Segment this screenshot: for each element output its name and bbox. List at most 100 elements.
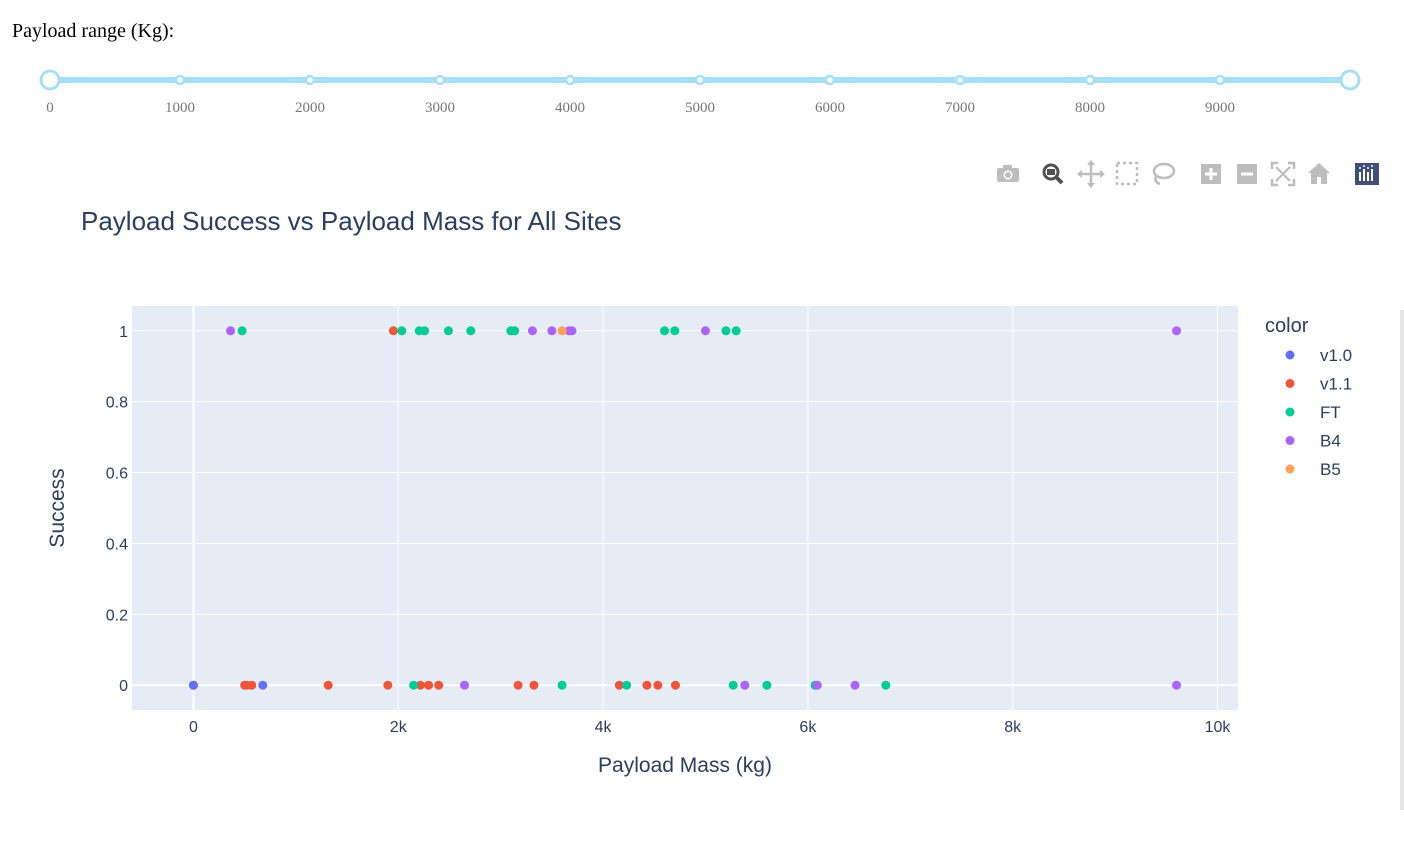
legend-item-label[interactable]: v1.0 — [1320, 346, 1352, 365]
scatter-point[interactable] — [237, 326, 247, 336]
y-tick-label: 0.8 — [106, 395, 128, 412]
scatter-point[interactable] — [700, 326, 710, 336]
scatter-point[interactable] — [188, 680, 198, 690]
zoom-out-icon[interactable] — [1232, 158, 1262, 190]
scatter-point[interactable] — [622, 680, 632, 690]
slider-mark-label: 9000 — [1205, 100, 1235, 116]
scatter-point[interactable] — [529, 680, 539, 690]
scatter-point[interactable] — [547, 326, 557, 336]
scatter-point[interactable] — [226, 326, 236, 336]
scatter-point[interactable] — [653, 680, 663, 690]
scatter-point[interactable] — [557, 680, 567, 690]
slider-mark-dot — [174, 74, 186, 86]
scatter-point[interactable] — [409, 680, 419, 690]
camera-icon[interactable] — [992, 158, 1022, 190]
scatter-point[interactable] — [247, 680, 257, 690]
legend-item-label[interactable]: B5 — [1320, 460, 1341, 479]
scatter-point[interactable] — [881, 680, 891, 690]
reset-axes-icon[interactable] — [1304, 158, 1334, 190]
scatter-point[interactable] — [1172, 680, 1182, 690]
legend-title: color — [1265, 315, 1309, 337]
x-axis-label: Payload Mass (kg) — [598, 754, 772, 777]
scatter-point[interactable] — [424, 680, 434, 690]
scatter-point[interactable] — [258, 680, 268, 690]
legend-marker[interactable] — [1285, 379, 1295, 388]
scatter-point[interactable] — [383, 680, 393, 690]
scatter-point[interactable] — [557, 326, 567, 336]
x-tick-label: 2k — [390, 719, 408, 736]
plot-area — [132, 306, 1238, 710]
scatter-chart[interactable]: Payload Success vs Payload Mass for All … — [0, 190, 1400, 830]
lasso-icon[interactable] — [1148, 158, 1178, 190]
slider-mark-label: 7000 — [945, 100, 975, 116]
scatter-point[interactable] — [420, 326, 430, 336]
pan-icon[interactable] — [1076, 158, 1106, 190]
x-tick-label: 4k — [595, 719, 613, 736]
slider-mark-label: 1000 — [165, 100, 195, 116]
legend-marker[interactable] — [1285, 407, 1295, 417]
scatter-point[interactable] — [762, 680, 772, 690]
slider-mark-dot — [694, 74, 706, 86]
scatter-point[interactable] — [510, 326, 520, 336]
scatter-chart-container: Payload Success vs Payload Mass for All … — [0, 190, 1400, 830]
chart-title: Payload Success vs Payload Mass for All … — [81, 206, 621, 236]
legend-marker[interactable] — [1285, 464, 1295, 474]
payload-range-label: Payload range (Kg): — [12, 20, 175, 42]
legend-marker[interactable] — [1285, 436, 1295, 445]
scatter-point[interactable] — [323, 680, 333, 690]
box-select-icon[interactable] — [1112, 158, 1142, 190]
scatter-point[interactable] — [721, 326, 731, 336]
plotly-logo[interactable] — [1352, 158, 1382, 190]
slider-mark-dot — [434, 74, 446, 86]
y-tick-label: 0.4 — [106, 536, 128, 553]
scatter-point[interactable] — [567, 326, 577, 336]
legend-item-label[interactable]: v1.1 — [1320, 375, 1352, 394]
x-tick-label: 10k — [1205, 719, 1232, 736]
legend-item-label[interactable]: FT — [1320, 403, 1341, 422]
scatter-point[interactable] — [388, 326, 398, 336]
slider-mark-label: 6000 — [815, 100, 845, 116]
y-tick-label: 0.2 — [106, 607, 128, 624]
y-tick-label: 1 — [119, 324, 128, 341]
legend[interactable]: v1.0 v1.1 FT B4 B5 — [1285, 346, 1353, 479]
scatter-point[interactable] — [443, 326, 453, 336]
scatter-point[interactable] — [642, 680, 652, 690]
legend-marker[interactable] — [1285, 350, 1295, 360]
x-tick-label: 0 — [189, 719, 198, 736]
slider-mark-dot — [824, 74, 836, 86]
scatter-point[interactable] — [728, 680, 738, 690]
scatter-point[interactable] — [527, 326, 537, 336]
scatter-point[interactable] — [460, 680, 470, 690]
scatter-point[interactable] — [850, 680, 860, 690]
zoom-icon[interactable] — [1038, 158, 1068, 190]
scatter-point[interactable] — [660, 326, 670, 336]
scatter-point[interactable] — [1172, 326, 1182, 336]
slider-handle-min[interactable] — [39, 69, 61, 91]
x-tick-label: 8k — [1004, 719, 1022, 736]
slider-mark-label: 2000 — [295, 100, 325, 116]
scatter-point[interactable] — [670, 326, 680, 336]
legend-item-label[interactable]: B4 — [1320, 432, 1341, 451]
scatter-point[interactable] — [812, 680, 822, 690]
plot-modebar — [990, 158, 1390, 190]
x-tick-label: 6k — [799, 719, 817, 736]
slider-mark-label: 4000 — [555, 100, 585, 116]
slider-handle-max[interactable] — [1339, 69, 1361, 91]
slider-mark-dot — [564, 74, 576, 86]
autoscale-icon[interactable] — [1268, 158, 1298, 190]
scatter-point[interactable] — [670, 680, 680, 690]
scatter-point[interactable] — [434, 680, 444, 690]
slider-mark-dot — [954, 74, 966, 86]
page-scrollbar[interactable] — [1400, 310, 1404, 810]
scatter-point[interactable] — [466, 326, 476, 336]
zoom-in-icon[interactable] — [1196, 158, 1226, 190]
payload-range-slider[interactable]: 0 1000 2000 3000 4000 5000 6000 7000 8000 9000 — [0, 60, 1404, 120]
slider-mark-label: 3000 — [425, 100, 455, 116]
slider-mark-dot — [1214, 74, 1226, 86]
scatter-point[interactable] — [513, 680, 523, 690]
slider-mark-label: 5000 — [685, 100, 715, 116]
scatter-point[interactable] — [740, 680, 750, 690]
slider-mark-label: 8000 — [1075, 100, 1105, 116]
scatter-point[interactable] — [731, 326, 741, 336]
scatter-point[interactable] — [397, 326, 407, 336]
